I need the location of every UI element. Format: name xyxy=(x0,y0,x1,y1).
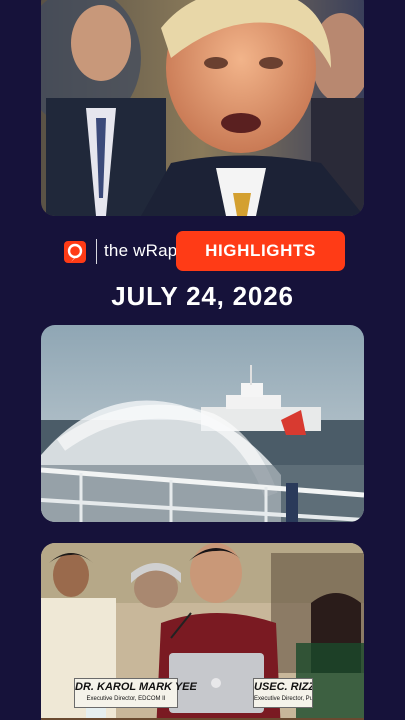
brand-row: the wRap HIGHLIGHTS xyxy=(0,231,405,271)
story-photo-2 xyxy=(41,325,364,522)
brand-divider xyxy=(96,239,97,264)
rappler-logo-icon xyxy=(63,240,87,264)
highlights-badge: HIGHLIGHTS xyxy=(176,231,345,271)
nameplate-name: USEC. RIZZA xyxy=(254,681,312,693)
story-photo-1 xyxy=(41,0,364,216)
story-image-2[interactable] xyxy=(41,325,364,522)
nameplate-rizza: USEC. RIZZA Executive Director, Public A… xyxy=(253,678,313,708)
story-image-1[interactable] xyxy=(41,0,364,216)
show-name: the wRap xyxy=(104,241,178,260)
nameplate-title: Executive Director, EDCOM II xyxy=(86,695,166,702)
nameplate-title: Executive Director, Public Affairs xyxy=(254,695,313,702)
nameplate-name: DR. KAROL MARK YEE xyxy=(75,681,197,693)
nameplate-yee: DR. KAROL MARK YEE Executive Director, E… xyxy=(74,678,197,708)
date-heading: JULY 24, 2026 xyxy=(111,281,294,311)
